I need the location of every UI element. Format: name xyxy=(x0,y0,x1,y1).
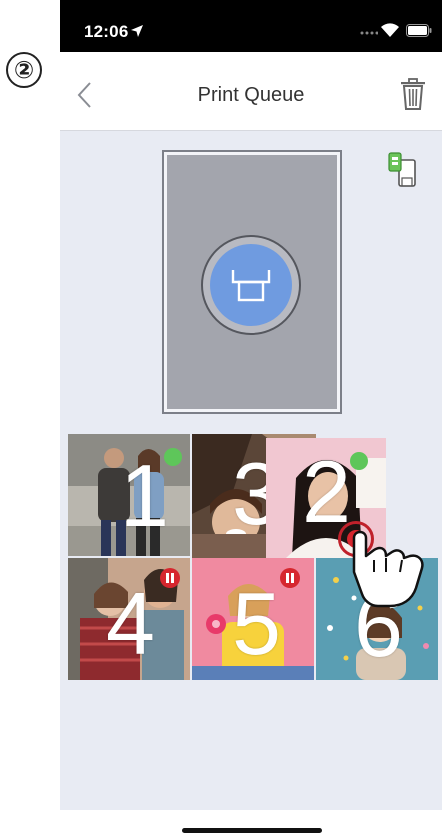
queue-item-4[interactable]: 4 xyxy=(68,558,190,680)
queue-item-5[interactable]: 5 xyxy=(192,558,314,680)
status-time: 12:06 xyxy=(84,22,129,41)
location-arrow-icon xyxy=(131,25,143,37)
status-bar: 12:06 xyxy=(60,0,442,52)
phone-screen: 12:06 Print Queue 1 3 2 4 5 6 xyxy=(60,0,442,840)
ready-status-dot xyxy=(164,448,182,466)
printer-paper-icon xyxy=(231,270,271,302)
ready-status-dot xyxy=(350,452,368,470)
paused-status-badge xyxy=(160,568,180,588)
queue-item-1[interactable]: 1 xyxy=(68,434,190,556)
queue-number: 4 xyxy=(106,574,155,673)
queue-number: 1 xyxy=(120,446,169,545)
printer-connected-battery-icon[interactable] xyxy=(388,152,424,192)
step-number-badge: ② xyxy=(6,52,42,88)
trash-icon[interactable] xyxy=(400,78,426,110)
home-indicator[interactable] xyxy=(182,828,322,833)
page-title: Print Queue xyxy=(197,84,305,106)
signal-dots-icon xyxy=(360,31,378,35)
paused-status-badge xyxy=(280,568,300,588)
wifi-icon xyxy=(381,23,399,37)
pointing-hand-icon xyxy=(352,530,424,608)
queue-number: 2 xyxy=(302,442,351,541)
battery-icon xyxy=(406,24,432,37)
queue-number: 5 xyxy=(232,574,281,673)
home-area xyxy=(60,810,442,840)
